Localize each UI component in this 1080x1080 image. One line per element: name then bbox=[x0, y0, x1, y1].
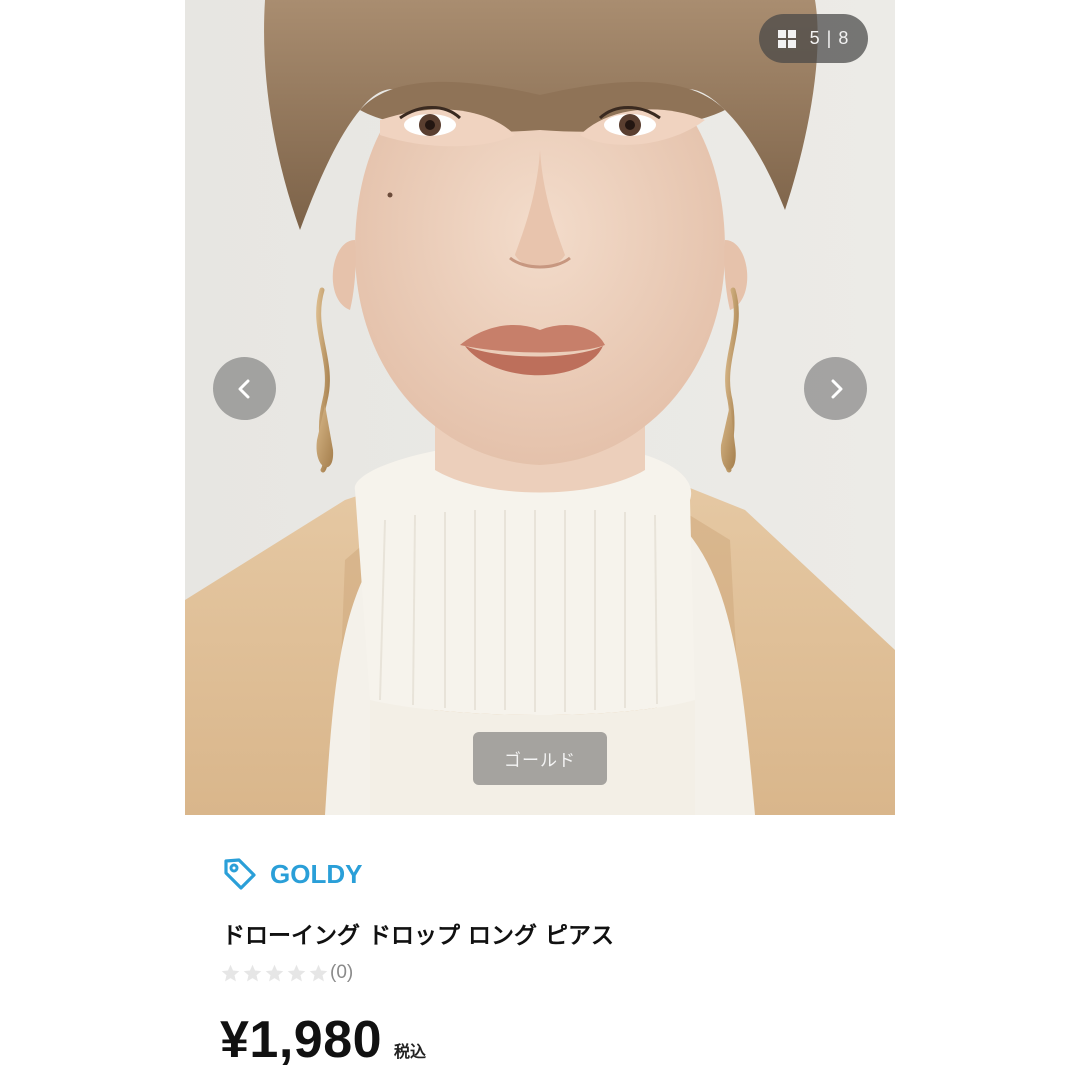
next-image-button[interactable] bbox=[804, 357, 867, 420]
image-counter-separator: | bbox=[826, 28, 833, 48]
chevron-right-icon bbox=[831, 379, 842, 398]
star-rating bbox=[220, 963, 329, 984]
image-counter-text: 5 | 8 bbox=[810, 28, 850, 49]
star-icon bbox=[243, 964, 262, 981]
brand-link[interactable]: GOLDY bbox=[222, 856, 362, 892]
tag-icon bbox=[224, 858, 256, 890]
tax-label: 税込 bbox=[394, 1042, 427, 1061]
rating-summary[interactable]: (0) bbox=[220, 962, 353, 984]
brand-name: GOLDY bbox=[270, 858, 363, 889]
previous-image-button[interactable] bbox=[213, 357, 276, 420]
product-photo bbox=[185, 0, 895, 815]
product-title: ドローイング ドロップ ロング ピアス bbox=[222, 923, 615, 949]
price: ¥1,980 bbox=[220, 1011, 383, 1069]
image-index: 5 bbox=[809, 28, 821, 48]
star-icon bbox=[265, 964, 284, 981]
chevron-left-icon bbox=[238, 379, 249, 398]
review-count[interactable]: (0) bbox=[330, 962, 353, 984]
star-icon bbox=[221, 964, 240, 981]
color-variant-label: ゴールド bbox=[473, 732, 607, 785]
price-row: ¥1,980 税込 bbox=[220, 1010, 426, 1070]
product-image-gallery[interactable]: 5 | 8 ゴールド bbox=[185, 0, 895, 815]
star-icon bbox=[287, 964, 306, 981]
grid-icon bbox=[777, 29, 796, 48]
image-counter[interactable]: 5 | 8 bbox=[759, 14, 868, 63]
star-icon bbox=[309, 964, 328, 981]
image-total: 8 bbox=[838, 28, 850, 48]
